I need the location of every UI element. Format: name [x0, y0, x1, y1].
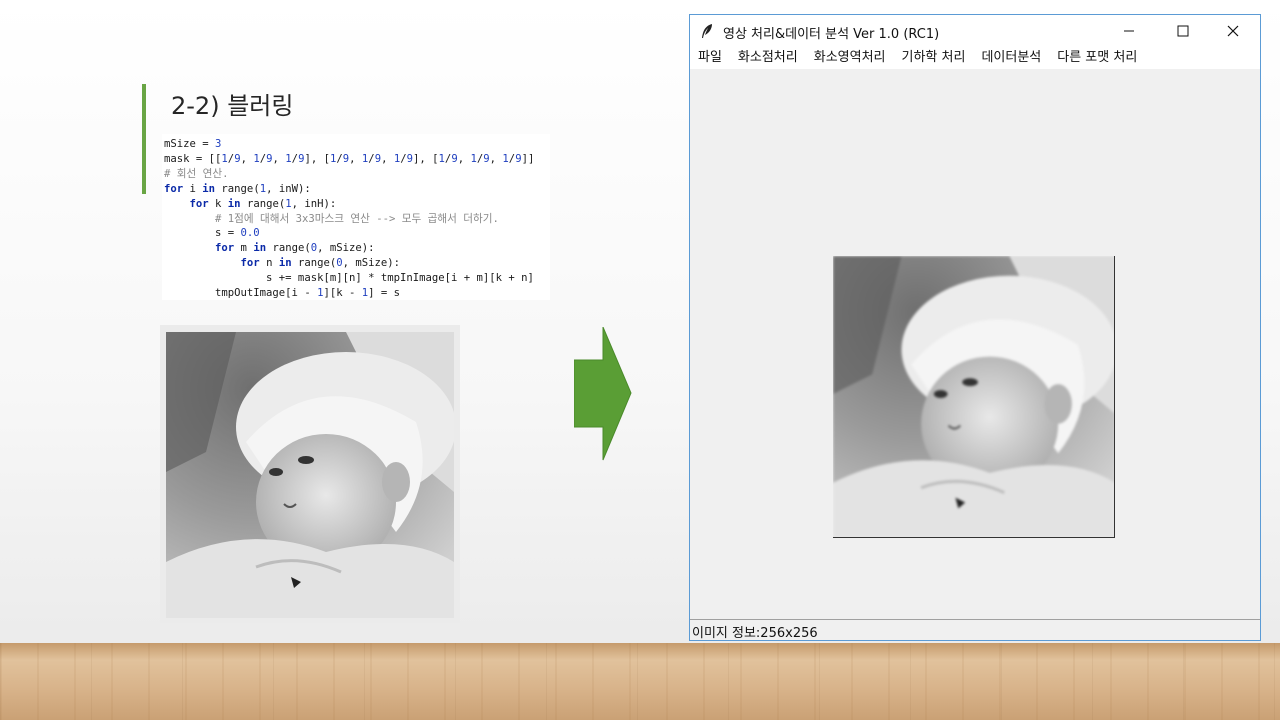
code-line: for n in range(0, mSize):	[240, 257, 401, 270]
wood-floor-background	[0, 643, 1280, 720]
image-info-status: 이미지 정보:256x256	[692, 626, 818, 641]
code-text: mSize = 3 mask = [[1/9, 1/9, 1/9], [1/9,…	[162, 134, 550, 301]
code-line: mask = [[1/9, 1/9, 1/9], [1/9, 1/9, 1/9]…	[164, 152, 535, 165]
original-baby-photo	[166, 332, 454, 618]
right-arrow-icon	[574, 327, 632, 461]
code-line: # 1점에 대해서 3x3마스크 연산 --> 모두 곱해서 더하기.	[215, 212, 499, 225]
menu-file[interactable]: 파일	[690, 47, 730, 69]
status-bar: 이미지 정보:256x256	[690, 619, 1260, 641]
menu-pixel-point[interactable]: 화소점처리	[730, 47, 806, 69]
code-line: # 회선 연산.	[164, 167, 229, 180]
maximize-button[interactable]	[1160, 15, 1206, 47]
blurred-baby-photo	[833, 256, 1115, 538]
window-titlebar[interactable]: 영상 처리&데이터 분석 Ver 1.0 (RC1)	[690, 15, 1260, 47]
title-accent-bar	[142, 84, 146, 194]
code-line: for k in range(1, inH):	[189, 197, 337, 210]
window-title: 영상 처리&데이터 분석 Ver 1.0 (RC1)	[723, 27, 940, 42]
feather-icon	[702, 24, 712, 38]
slide-title: 2-2) 블러링	[171, 92, 294, 120]
code-line: for m in range(0, mSize):	[215, 242, 375, 255]
close-button[interactable]	[1210, 15, 1256, 47]
maximize-icon	[1177, 25, 1189, 37]
code-line: tmpOutImage[i - 1][k - 1] = s	[164, 287, 401, 300]
menu-other-format[interactable]: 다른 포맷 처리	[1049, 47, 1145, 69]
close-icon	[1227, 25, 1239, 37]
code-line: s = 0.0	[164, 227, 260, 240]
menu-geometry[interactable]: 기하학 처리	[894, 47, 974, 69]
image-canvas-area	[690, 69, 1260, 619]
minimize-icon	[1124, 30, 1134, 32]
menu-pixel-area[interactable]: 화소영역처리	[806, 47, 894, 69]
code-line: mSize = 3	[164, 138, 222, 150]
menu-data-analysis[interactable]: 데이터분석	[973, 47, 1049, 69]
code-line: s += mask[m][n] * tmpInImage[i + m][k + …	[164, 272, 534, 285]
app-window: 영상 처리&데이터 분석 Ver 1.0 (RC1) 파일 화소점처리 화소영역…	[689, 14, 1261, 641]
minimize-button[interactable]	[1106, 15, 1152, 47]
code-snippet: mSize = 3 mask = [[1/9, 1/9, 1/9], [1/9,…	[162, 134, 550, 300]
menu-bar: 파일 화소점처리 화소영역처리 기하학 처리 데이터분석 다른 포맷 처리	[690, 47, 1260, 69]
code-line: for i in range(1, inW):	[164, 182, 311, 195]
